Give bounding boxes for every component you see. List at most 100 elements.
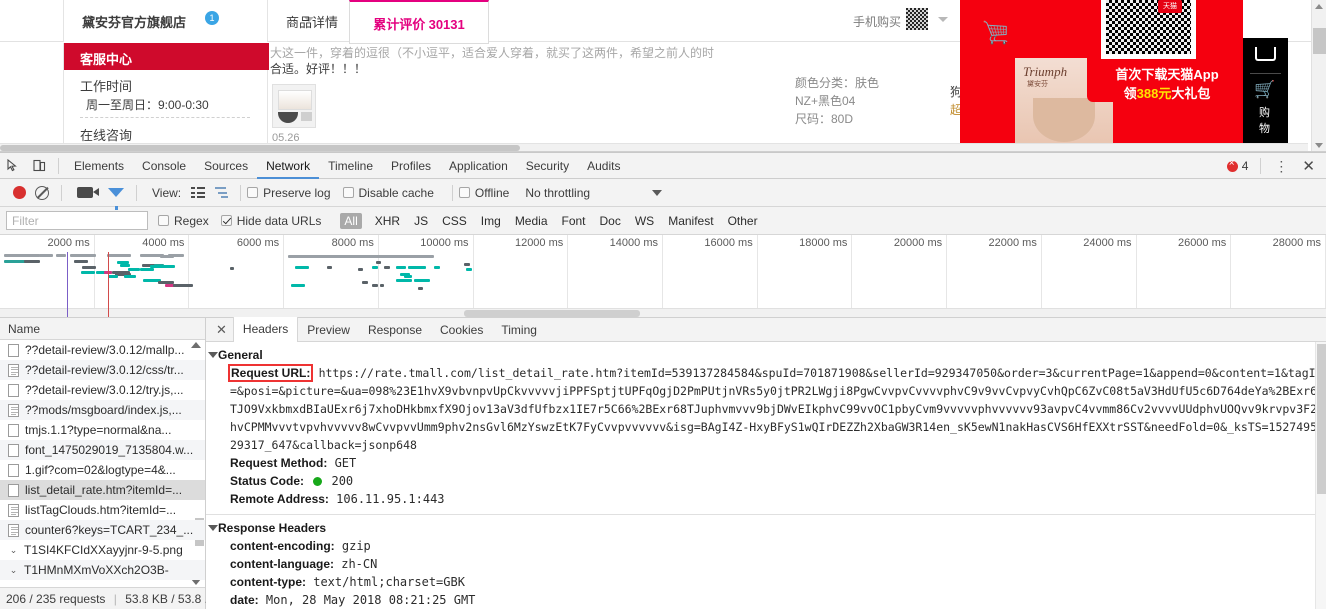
overview-request-bar: [434, 266, 440, 269]
request-list-item[interactable]: ??detail-review/3.0.12/mallp...: [0, 340, 205, 360]
request-list-item[interactable]: ??detail-review/3.0.12/try.js,...: [0, 380, 205, 400]
tab-cumulative-reviews[interactable]: 累计评价 30131: [349, 0, 489, 44]
shop-selector[interactable]: 黛安芬官方旗舰店 1: [63, 0, 314, 42]
divider: [451, 184, 453, 201]
list-view-icon[interactable]: [191, 187, 206, 198]
filter-type-manifest[interactable]: Manifest: [668, 214, 713, 228]
inspect-element-icon[interactable]: [0, 153, 26, 179]
network-overview-timeline[interactable]: 28000 ms 26000 ms 24000 ms 22000 ms 20000 ms…: [0, 235, 1326, 318]
request-list-item[interactable]: ⌄ T1HMnMXmVoXXch2O3B-: [0, 560, 205, 580]
cart-icon[interactable]: 🛒: [1254, 80, 1275, 100]
page-horizontal-scrollbar[interactable]: [0, 143, 1308, 151]
checkbox-icon[interactable]: [458, 186, 470, 198]
toggle-device-toolbar-icon[interactable]: [26, 153, 52, 179]
detail-tab-timing[interactable]: Timing: [492, 318, 546, 342]
filter-icon[interactable]: [108, 188, 124, 210]
response-header-key: content-language:: [230, 557, 334, 571]
checkbox-icon[interactable]: [342, 186, 354, 198]
divider: [240, 184, 242, 201]
request-list-item[interactable]: ??detail-review/3.0.12/css/tr...: [0, 360, 205, 380]
detail-vertical-scrollbar[interactable]: [1315, 342, 1326, 609]
request-list-item[interactable]: ⌄ T1SI4KFCIdXXayyjnr-9-5.png: [0, 540, 205, 560]
online-consult-link[interactable]: 在线咨询: [80, 125, 132, 144]
request-method-row: Request Method: GET: [206, 454, 1326, 472]
hide-data-urls-checkbox[interactable]: Hide data URLs: [220, 214, 321, 228]
offline-checkbox[interactable]: Offline: [458, 186, 509, 200]
filter-type-font[interactable]: Font: [562, 214, 586, 228]
filter-type-img[interactable]: Img: [481, 214, 501, 228]
tab-product-detail[interactable]: 商品详情: [272, 0, 352, 42]
filter-input[interactable]: [6, 211, 148, 230]
general-section-title[interactable]: General: [206, 348, 1326, 362]
more-options-icon[interactable]: ⋮: [1267, 159, 1295, 173]
disable-cache-checkbox[interactable]: Disable cache: [342, 186, 434, 200]
detail-tab-response[interactable]: Response: [359, 318, 431, 342]
scrollbar-thumb[interactable]: [1313, 28, 1326, 54]
tab-profiles[interactable]: Profiles: [382, 153, 440, 179]
tab-sources[interactable]: Sources: [195, 153, 257, 179]
checkbox-icon[interactable]: [220, 214, 232, 226]
filter-type-doc[interactable]: Doc: [600, 214, 621, 228]
triangle-down-icon[interactable]: [208, 525, 218, 531]
throttling-select[interactable]: No throttling: [525, 186, 590, 200]
detail-tab-cookies[interactable]: Cookies: [431, 318, 492, 342]
brand-logo: Triumph: [1023, 64, 1068, 79]
filter-type-js[interactable]: JS: [414, 214, 428, 228]
close-detail-icon[interactable]: ✕: [210, 322, 233, 338]
chevron-down-icon[interactable]: [938, 17, 948, 22]
mail-icon[interactable]: [1255, 47, 1276, 61]
review-thumbnail[interactable]: [272, 84, 316, 128]
record-button-icon[interactable]: [13, 186, 26, 199]
request-url-value[interactable]: https://rate.tmall.com/list_detail_rate.…: [230, 366, 1324, 452]
close-devtools-icon[interactable]: ✕: [1295, 157, 1322, 175]
overview-request-bar: [39, 254, 53, 257]
scroll-up-icon[interactable]: [1315, 4, 1323, 9]
tab-elements[interactable]: Elements: [65, 153, 133, 179]
tab-timeline[interactable]: Timeline: [319, 153, 382, 179]
scroll-down-icon[interactable]: [1315, 143, 1323, 148]
checkbox-icon[interactable]: [158, 214, 169, 226]
page-vertical-scrollbar[interactable]: [1311, 0, 1326, 151]
filter-type-ws[interactable]: WS: [635, 214, 654, 228]
filter-type-css[interactable]: CSS: [442, 214, 467, 228]
overview-request-bar: [327, 266, 332, 269]
request-list-item[interactable]: font_1475029019_7135804.w...: [0, 440, 205, 460]
request-name: ??detail-review/3.0.12/try.js,...: [25, 383, 184, 397]
request-list-rows[interactable]: ??detail-review/3.0.12/mallp... ??detail-…: [0, 340, 205, 587]
request-count: 206 / 235 requests: [6, 592, 106, 606]
app-download-promo[interactable]: 天猫 首次下载天猫App 领388元大礼包: [1087, 0, 1239, 102]
request-list-item[interactable]: counter6?keys=TCART_234_...: [0, 520, 205, 540]
request-list-item[interactable]: list_detail_rate.htm?itemId=...: [0, 480, 205, 500]
waterfall-view-icon[interactable]: [215, 187, 230, 198]
checkbox-icon[interactable]: [247, 186, 259, 198]
capture-screenshots-icon[interactable]: [77, 187, 99, 198]
triangle-down-icon[interactable]: [208, 352, 218, 358]
detail-tab-headers[interactable]: Headers: [232, 317, 299, 342]
preserve-log-checkbox[interactable]: Preserve log: [247, 186, 331, 200]
overview-tick: 16000 ms: [663, 235, 758, 317]
tab-application[interactable]: Application: [440, 153, 517, 179]
filter-type-other[interactable]: Other: [728, 214, 758, 228]
filter-type-all[interactable]: All: [340, 212, 362, 229]
regex-checkbox[interactable]: Regex: [158, 214, 209, 228]
error-count: 4: [1241, 159, 1249, 173]
tab-audits[interactable]: Audits: [578, 153, 629, 179]
request-list-item[interactable]: tmjs.1.1?type=normal&na...: [0, 420, 205, 440]
request-list-item[interactable]: ??mods/msgboard/index.js,...: [0, 400, 205, 420]
response-headers-section-title[interactable]: Response Headers: [206, 521, 1326, 535]
filter-type-xhr[interactable]: XHR: [375, 214, 400, 228]
error-badge[interactable]: 4: [1226, 158, 1249, 173]
tab-security[interactable]: Security: [517, 153, 578, 179]
clear-icon[interactable]: [35, 185, 49, 200]
overview-tick: 20000 ms: [852, 235, 948, 317]
overview-horizontal-scrollbar[interactable]: [0, 308, 1326, 317]
detail-tab-preview[interactable]: Preview: [298, 318, 359, 342]
chevron-down-icon[interactable]: [652, 189, 663, 196]
tab-network[interactable]: Network: [257, 153, 319, 179]
request-list-item[interactable]: listTagClouds.htm?itemId=...: [0, 500, 205, 520]
filter-type-media[interactable]: Media: [515, 214, 548, 228]
overview-tick: 28000 ms: [1231, 235, 1326, 317]
file-icon: [8, 483, 19, 497]
request-list-item[interactable]: 1.gif?com=02&logtype=4&...: [0, 460, 205, 480]
tab-console[interactable]: Console: [133, 153, 195, 179]
